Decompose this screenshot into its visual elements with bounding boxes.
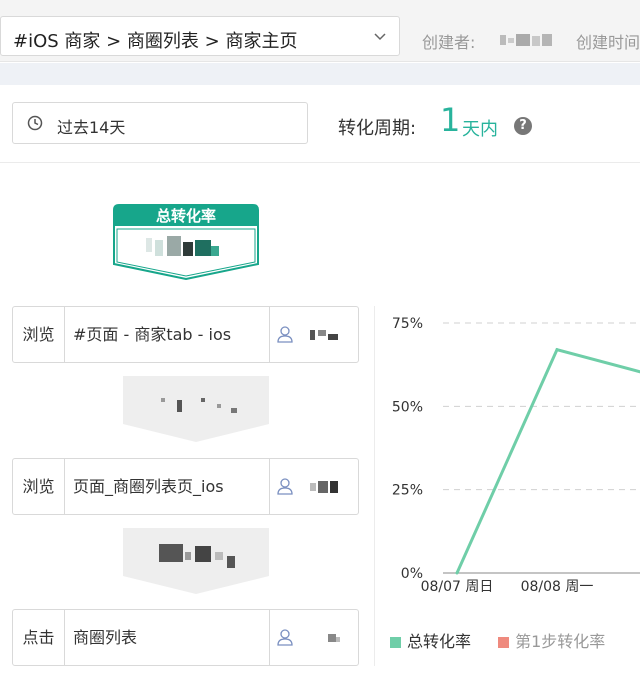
legend-label: 总转化率 [407, 632, 472, 651]
period-unit: 天内 [462, 119, 498, 140]
step-user-count [269, 459, 358, 514]
step-name: #页面 - 商家tab - ios [73, 325, 232, 344]
funnel-step-3[interactable]: 点击 商圈列表 [12, 609, 359, 666]
series-line [455, 347, 640, 574]
chevron-down-icon [374, 33, 386, 41]
step-name: 页面_商圈列表页_ios [73, 477, 224, 496]
step-name: 商圈列表 [73, 628, 138, 647]
user-icon [277, 326, 293, 343]
creator-label: 创建者: [422, 33, 476, 52]
period-label: 转化周期: [338, 118, 417, 139]
date-range-value: 过去14天 [57, 118, 126, 137]
step-user-count [269, 307, 358, 362]
divider-band [0, 63, 640, 85]
user-count-redacted [310, 330, 338, 340]
chart-legend: 总转化率 第1步转化率 [390, 628, 627, 652]
funnel-step-1[interactable]: 浏览 #页面 - 商家tab - ios [12, 306, 359, 363]
date-range-picker[interactable]: 过去14天 [12, 102, 308, 144]
conversion-chart: 75%50%25%0%08/07 周日08/08 周一08/0 [374, 306, 640, 666]
line-chart: 75%50%25%0%08/07 周日08/08 周一08/0 [392, 316, 640, 595]
legend-swatch [390, 637, 401, 648]
step-action: 点击 [13, 610, 65, 665]
period-value[interactable]: 1 [440, 101, 460, 139]
creator-name-redacted [500, 34, 552, 46]
y-tick-label: 75% [392, 316, 423, 332]
legend-item-total[interactable]: 总转化率 [390, 628, 471, 652]
user-count-redacted [310, 481, 338, 493]
user-icon [277, 478, 293, 495]
legend-swatch [498, 637, 510, 648]
clock-icon [27, 115, 43, 131]
step-action: 浏览 [13, 459, 65, 514]
step-arrow-1 [123, 376, 269, 442]
filter-toolbar: 过去14天 转化周期: 1 天内 ? [0, 85, 640, 163]
step-action: 浏览 [13, 307, 65, 362]
top-bar: #iOS 商家 > 商圈列表 > 商家主页 创建者: 创建时间 [0, 0, 640, 62]
created-time-label: 创建时间 [576, 33, 640, 52]
legend-label: 第1步转化率 [515, 632, 606, 651]
x-tick-label: 08/08 周一 [521, 579, 594, 595]
y-tick-label: 25% [392, 483, 423, 499]
step-arrow-2 [123, 528, 269, 594]
help-icon[interactable]: ? [514, 117, 532, 135]
user-icon [277, 629, 293, 646]
x-tick-label: 08/07 周日 [421, 579, 494, 595]
user-count-redacted [328, 634, 340, 642]
badge-title: 总转化率 [155, 207, 216, 225]
funnel-path: #iOS 商家 > 商圈列表 > 商家主页 [13, 31, 298, 52]
funnel-selector[interactable]: #iOS 商家 > 商圈列表 > 商家主页 [0, 16, 400, 56]
data-point [455, 571, 459, 575]
y-tick-label: 50% [392, 399, 423, 415]
data-point [555, 348, 559, 352]
step-user-count [269, 610, 358, 665]
legend-item-step1[interactable]: 第1步转化率 [498, 628, 605, 652]
funnel-step-2[interactable]: 浏览 页面_商圈列表页_ios [12, 458, 359, 515]
